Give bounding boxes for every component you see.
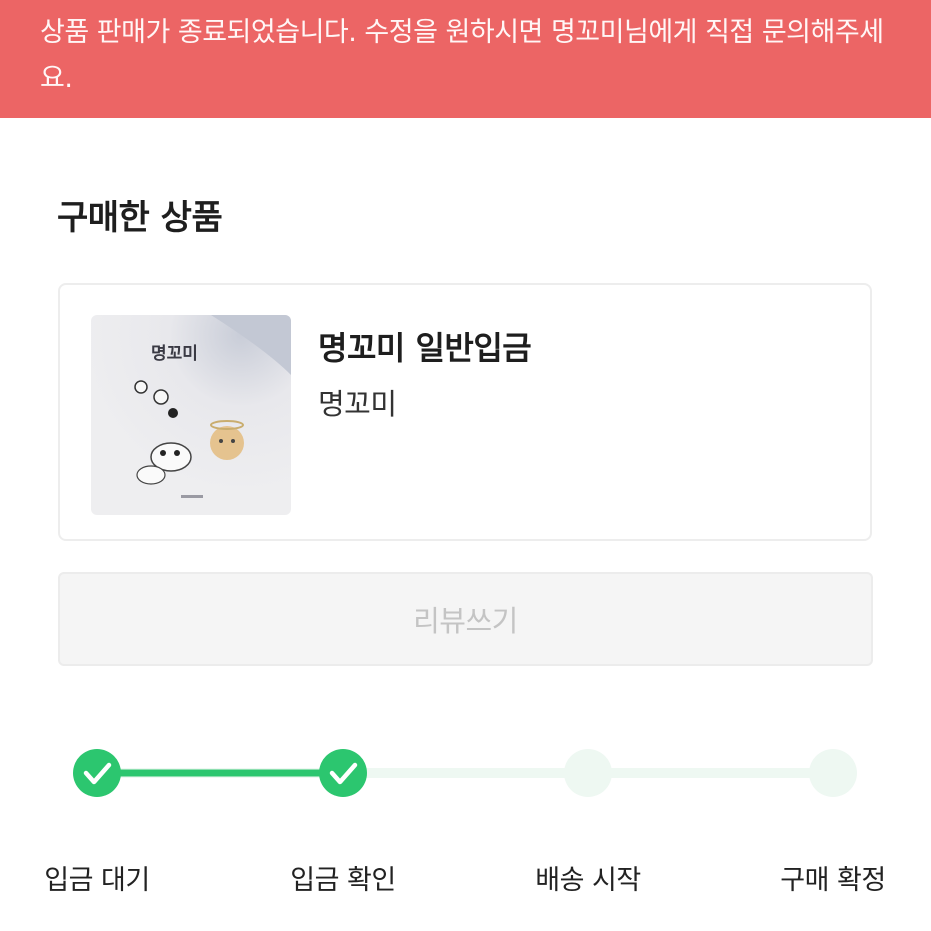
product-card[interactable]: 명꼬미 명꼬미 일반입금 명꼬미 bbox=[58, 283, 872, 541]
step-1-marker bbox=[73, 749, 121, 797]
banner-message: 상품 판매가 종료되었습니다. 수정을 원하시면 명꼬미님에게 직접 문의해주세… bbox=[40, 17, 884, 94]
step-label-purchase-confirmed: 구매 확정 bbox=[780, 865, 886, 896]
write-review-button[interactable]: 리뷰쓰기 bbox=[58, 572, 873, 666]
product-name[interactable]: 명꼬미 일반입금 bbox=[318, 323, 532, 369]
step-label-deposit-confirmed: 입금 확인 bbox=[290, 865, 396, 896]
thumbnail-title: 명꼬미 bbox=[151, 344, 198, 364]
step-4-marker bbox=[809, 749, 857, 797]
step-3-marker bbox=[564, 749, 612, 797]
step-2-marker bbox=[319, 749, 367, 797]
order-detail-page: 상품 판매가 종료되었습니다. 수정을 원하시면 명꼬미님에게 직접 문의해주세… bbox=[0, 0, 931, 931]
product-thumbnail: 명꼬미 bbox=[91, 315, 291, 515]
seller-name[interactable]: 명꼬미 bbox=[318, 381, 397, 423]
thumbnail-illustration: 명꼬미 bbox=[91, 315, 291, 515]
sale-ended-banner: 상품 판매가 종료되었습니다. 수정을 원하시면 명꼬미님에게 직접 문의해주세… bbox=[0, 0, 931, 118]
step-label-deposit-waiting: 입금 대기 bbox=[44, 865, 150, 896]
order-progress-tracker bbox=[73, 749, 857, 797]
step-label-shipping-started: 배송 시작 bbox=[535, 865, 641, 896]
purchased-section-title: 구매한 상품 bbox=[57, 198, 223, 238]
